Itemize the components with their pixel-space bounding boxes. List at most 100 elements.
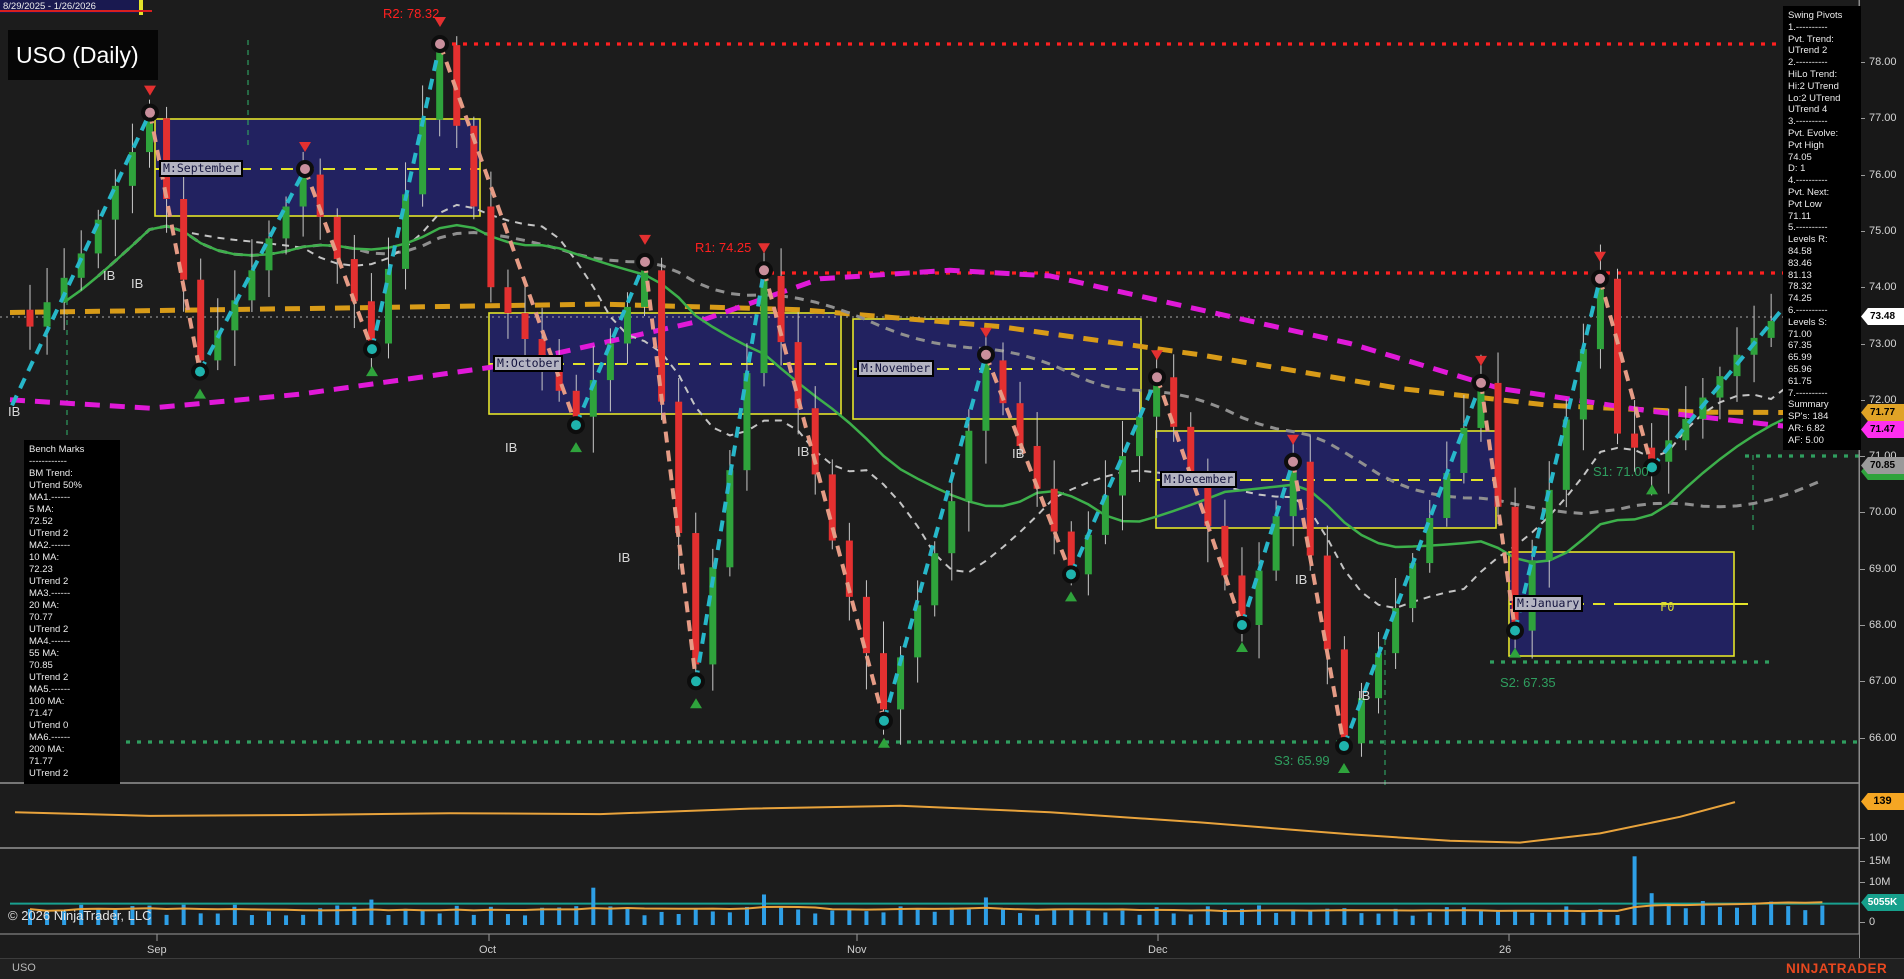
volume-bar (301, 915, 305, 925)
chart-title-text: USO (Daily) (16, 42, 139, 68)
candle-body (1085, 535, 1092, 574)
axis-tick-label: 100 (1869, 832, 1887, 844)
volume-bar (1138, 915, 1142, 925)
volume-bar (1786, 906, 1790, 925)
candle-body (487, 207, 494, 288)
axis-tick (1860, 882, 1865, 883)
volume-bar (967, 909, 971, 925)
volume-bar (284, 915, 288, 925)
volume-bar (216, 914, 220, 925)
level-label-S2: S2: 67.35 (1500, 675, 1556, 690)
candle-body (385, 269, 392, 344)
axis-tick (1860, 681, 1865, 682)
volume-bar (1667, 905, 1671, 925)
candle-body (197, 280, 204, 361)
bench-marks-panel: Bench Marks ------------ BM Trend: UTren… (24, 440, 120, 784)
buy-triangle-icon (1065, 591, 1077, 601)
volume-bar (233, 905, 237, 925)
volume-bar (1820, 906, 1824, 925)
candle-body (1734, 355, 1741, 376)
candle-body (931, 553, 938, 605)
volume-bar (199, 913, 203, 925)
last-price-tag: 73.48 (1861, 308, 1904, 325)
volume-bar (1752, 905, 1756, 925)
ib-label: IB (505, 440, 517, 455)
volume-bar (165, 915, 169, 925)
candle-body (436, 45, 443, 120)
price-chart-canvas[interactable] (0, 0, 1904, 958)
axis-tick (1860, 569, 1865, 570)
status-bar: USO NINJATRADER (0, 958, 1904, 979)
volume-bar (1291, 910, 1295, 925)
candle-body (1563, 420, 1570, 490)
sell-triangle-icon (1475, 356, 1487, 366)
volume-bar (779, 906, 783, 925)
volume-bar (1479, 911, 1483, 925)
pivot-high-marker (433, 37, 447, 51)
price-axis[interactable]: 78.0077.0076.0075.0074.0073.0072.0071.00… (1859, 0, 1904, 958)
volume-bar (711, 911, 715, 925)
volume-bar (1803, 910, 1807, 925)
volume-bar (335, 905, 339, 925)
pivot-low-marker (365, 342, 379, 356)
volume-bar (1564, 906, 1568, 925)
axis-tick-label: 67.00 (1869, 675, 1897, 687)
volume-bar (421, 910, 425, 925)
pivot-low-marker (1508, 624, 1522, 638)
volume-bar (250, 915, 254, 925)
ninjatrader-window: 8/29/2025 - 1/26/2026 USO (Daily) Swing … (0, 0, 1904, 979)
volume-bar (933, 912, 937, 925)
ib-label: IB (1358, 688, 1370, 703)
level-label-R2: R2: 78.32 (383, 6, 439, 21)
axis-tick-label: 78.00 (1869, 56, 1897, 68)
ma200-tag: 71.77 (1861, 404, 1904, 421)
volume-bar (694, 908, 698, 925)
axis-tick-label: 0 (1869, 916, 1875, 928)
buy-triangle-icon (1338, 763, 1350, 773)
pivot-low-marker (1235, 618, 1249, 632)
candle-body (248, 270, 255, 300)
copyright-text: © 2026 NinjaTrader, LLC (8, 908, 152, 923)
volume-bar (762, 894, 766, 925)
axis-tick (1860, 861, 1865, 862)
volume-bar (1359, 913, 1363, 925)
volume-bar (1633, 856, 1637, 925)
ib-label: IB (797, 444, 809, 459)
volume-bar (1001, 909, 1005, 925)
volume-bar (728, 912, 732, 925)
volume-bar (745, 907, 749, 925)
f0-marker-label: F0 (1660, 600, 1674, 614)
volume-bar (1274, 913, 1278, 925)
candle-body (761, 276, 768, 373)
buy-triangle-icon (690, 698, 702, 708)
axis-tick-label: 10M (1869, 876, 1890, 888)
volume-bar (643, 915, 647, 925)
volume-bar (386, 915, 390, 925)
buy-triangle-icon (194, 389, 206, 399)
month-box-label: M:November (857, 360, 934, 377)
date-range: 8/29/2025 - 1/26/2026 (3, 1, 96, 12)
candle-body (163, 118, 170, 199)
candle-body (1051, 489, 1058, 532)
candle-body (914, 605, 921, 657)
level-label-S3: S3: 65.99 (1274, 753, 1330, 768)
candle-body (504, 287, 511, 313)
volume-bar (796, 910, 800, 925)
ib-label: IB (618, 550, 630, 565)
time-axis-label: Nov (847, 944, 867, 956)
volume-bar (1411, 916, 1415, 925)
pivot-high-marker (1593, 272, 1607, 286)
level-label-S1: S1: 71.00 (1593, 464, 1649, 479)
axis-tick (1860, 838, 1865, 839)
axis-tick-label: 74.00 (1869, 281, 1897, 293)
volume-bar (1377, 914, 1381, 925)
symbol-tab[interactable]: USO (12, 962, 36, 974)
candle-body (948, 501, 955, 553)
volume-bar (1581, 913, 1585, 925)
volume-bar (916, 909, 920, 925)
volume-bar (950, 908, 954, 925)
volume-bar (1496, 912, 1500, 925)
volume-bar (882, 912, 886, 925)
candle-body (573, 391, 580, 417)
ma55-tag: 70.85 (1861, 457, 1904, 474)
